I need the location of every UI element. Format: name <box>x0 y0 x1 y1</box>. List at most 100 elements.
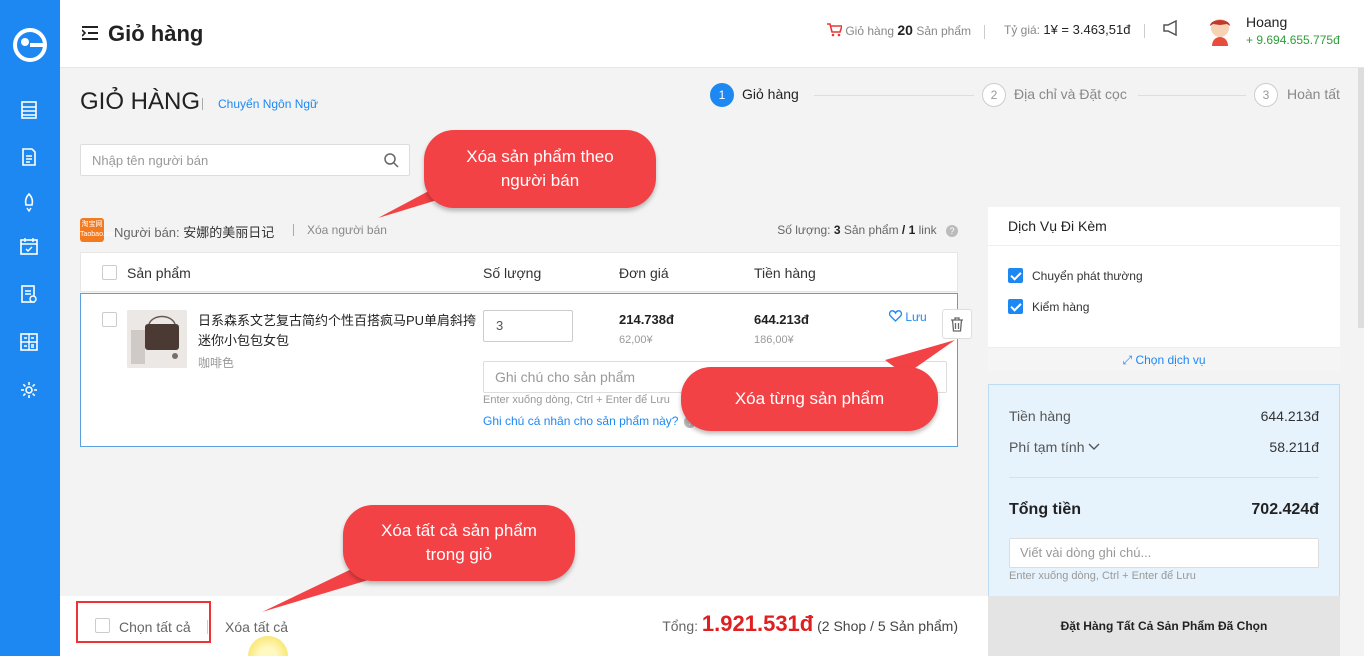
user-name[interactable]: Hoang <box>1246 14 1287 30</box>
cart-count: 20 <box>897 22 913 38</box>
qty-label: Số lượng: <box>777 223 831 237</box>
header-cart-summary[interactable]: Giỏ hàng 20 Sản phẩm <box>827 22 995 39</box>
sidebar <box>0 0 60 656</box>
service-inspection-label: Kiểm hàng <box>1032 300 1090 314</box>
delete-all-button[interactable]: Xóa tất cả <box>225 619 288 635</box>
personal-note-text: Ghi chú cá nhân cho sản phẩm này? <box>483 414 679 428</box>
order-note-input[interactable]: Viết vài dòng ghi chú... <box>1009 538 1319 568</box>
item-note-hint: Enter xuống dòng, Ctrl + Enter để Lưu <box>483 394 670 406</box>
chevron-down-icon[interactable] <box>1088 443 1100 451</box>
logo-icon[interactable] <box>13 28 47 62</box>
step-2-number: 2 <box>982 83 1006 107</box>
delete-seller-link[interactable]: Xóa người bán <box>307 223 387 237</box>
order-summary: Tiền hàng 644.213đ Phí tạm tính 58.211đ … <box>988 384 1340 599</box>
report-icon[interactable] <box>19 284 39 304</box>
select-seller-checkbox[interactable] <box>102 265 117 280</box>
personal-note-link[interactable]: Ghi chú cá nhân cho sản phẩm này? ? <box>483 414 696 428</box>
grand-total-detail: (2 Shop / 5 Sản phẩm) <box>817 618 958 634</box>
step-connector <box>1138 95 1246 96</box>
cart-label: Giỏ hàng <box>845 24 895 38</box>
subtotal-label: Tiền hàng <box>1009 408 1071 424</box>
links-count: 1 <box>908 223 916 237</box>
save-item-button[interactable]: Lưu <box>888 310 927 324</box>
app-title: Giỏ hàng <box>108 21 204 46</box>
select-item-checkbox[interactable] <box>102 312 117 327</box>
grand-total: Tổng: 1.921.531đ (2 Shop / 5 Sản phẩm) <box>662 611 958 637</box>
seller-label-text: Người bán: <box>114 225 180 240</box>
divider <box>1009 477 1319 478</box>
divider <box>293 224 294 236</box>
divider <box>988 245 1340 246</box>
service-inspection-checkbox[interactable] <box>1008 299 1023 314</box>
product-variant: 咖啡色 <box>198 356 235 370</box>
divider <box>207 620 208 634</box>
orders-icon[interactable] <box>19 100 39 120</box>
unit-price-cny: 62,00¥ <box>619 334 653 346</box>
total-value: 702.424đ <box>1251 501 1319 518</box>
menu-toggle-icon[interactable] <box>82 26 98 40</box>
calculator-icon[interactable] <box>19 332 39 352</box>
step-2-label: Địa chỉ và Đặt cọc <box>1014 86 1127 102</box>
subtotal-value: 644.213đ <box>1260 408 1319 424</box>
place-order-button[interactable]: Đặt Hàng Tất Cả Sản Phẩm Đã Chọn <box>988 596 1340 656</box>
unit-price: 214.738đ <box>619 312 674 327</box>
change-language-link[interactable]: Chuyển Ngôn Ngữ <box>218 97 318 111</box>
megaphone-icon[interactable] <box>1162 20 1180 36</box>
fee-row[interactable]: Phí tạm tính 58.211đ <box>1009 439 1319 455</box>
select-all-checkbox[interactable] <box>95 618 110 633</box>
delete-item-button[interactable] <box>942 309 972 339</box>
search-icon[interactable] <box>384 153 399 168</box>
quantity-input[interactable]: 3 <box>483 310 573 342</box>
page-title: GIỎ HÀNG <box>80 88 201 115</box>
callout-delete-by-seller: Xóa sản phẩm theo người bán <box>424 130 656 208</box>
grand-total-label: Tổng: <box>662 618 699 634</box>
choose-services-button[interactable]: ⤢ Chọn dịch vụ <box>988 347 1340 371</box>
callout-delete-all: Xóa tất cả sản phẩm trong giỏ <box>343 505 575 581</box>
step-3-label: Hoàn tất <box>1287 86 1340 102</box>
seller-name[interactable]: 安娜的美丽日记 <box>183 225 274 240</box>
seller-label: Người bán: 安娜的美丽日记 <box>114 222 274 241</box>
divider <box>1143 23 1145 38</box>
column-quantity: Số lượng <box>483 265 542 281</box>
step-1-label: Giỏ hàng <box>742 86 799 102</box>
column-line-total: Tiền hàng <box>754 265 816 281</box>
user-balance: + 9.694.655.775đ <box>1246 33 1340 47</box>
select-all-label[interactable]: Chọn tất cả <box>119 619 191 635</box>
taobao-logo-icon: 淘宝网 Taobao.com <box>80 218 118 242</box>
rate-label: Tỷ giá: <box>1004 23 1041 37</box>
fee-label: Phí tạm tính <box>1009 439 1085 455</box>
fee-value: 58.211đ <box>1269 439 1319 455</box>
divider <box>984 24 986 39</box>
cart-icon <box>827 23 844 37</box>
divider <box>202 98 203 110</box>
help-icon[interactable]: ? <box>946 224 958 237</box>
total-row: Tổng tiền 702.424đ <box>1009 501 1319 519</box>
total-label: Tổng tiền <box>1009 501 1081 518</box>
service-shipping-checkbox[interactable] <box>1008 268 1023 283</box>
gear-icon[interactable] <box>19 380 39 400</box>
line-total: 644.213đ <box>754 312 809 327</box>
product-thumbnail[interactable] <box>127 310 187 368</box>
callout-delete-item: Xóa từng sản phẩm <box>681 367 938 431</box>
subtotal-row: Tiền hàng 644.213đ <box>1009 408 1319 424</box>
product-name[interactable]: 日系森系文艺复古简约个性百搭疯马PU单肩斜挎迷你小包包女包 <box>198 311 478 351</box>
calendar-icon[interactable] <box>19 236 39 256</box>
qty-unit: Sản phẩm <box>843 223 899 237</box>
save-label: Lưu <box>905 310 927 324</box>
step-3-number: 3 <box>1254 83 1278 107</box>
services-panel: Dịch Vụ Đi Kèm Chuyển phát thường Kiểm h… <box>988 207 1340 371</box>
heart-icon <box>888 310 903 322</box>
step-1-number: 1 <box>710 83 734 107</box>
rocket-icon[interactable] <box>19 192 39 212</box>
seller-search <box>80 144 410 176</box>
exchange-rate: Tỷ giá: 1¥ = 3.463,51đ <box>1004 22 1155 38</box>
page-scrollbar[interactable] <box>1358 68 1364 328</box>
qty-count: 3 <box>833 223 841 237</box>
grand-total-value: 1.921.531đ <box>701 611 814 636</box>
services-title: Dịch Vụ Đi Kèm <box>1008 218 1107 234</box>
table-header: Sản phẩm Số lượng Đơn giá Tiền hàng <box>80 252 958 292</box>
document-icon[interactable] <box>19 147 39 167</box>
seller-search-input[interactable] <box>81 145 371 175</box>
order-note-hint: Enter xuống dòng, Ctrl + Enter để Lưu <box>1009 570 1196 582</box>
avatar[interactable] <box>1205 14 1235 46</box>
